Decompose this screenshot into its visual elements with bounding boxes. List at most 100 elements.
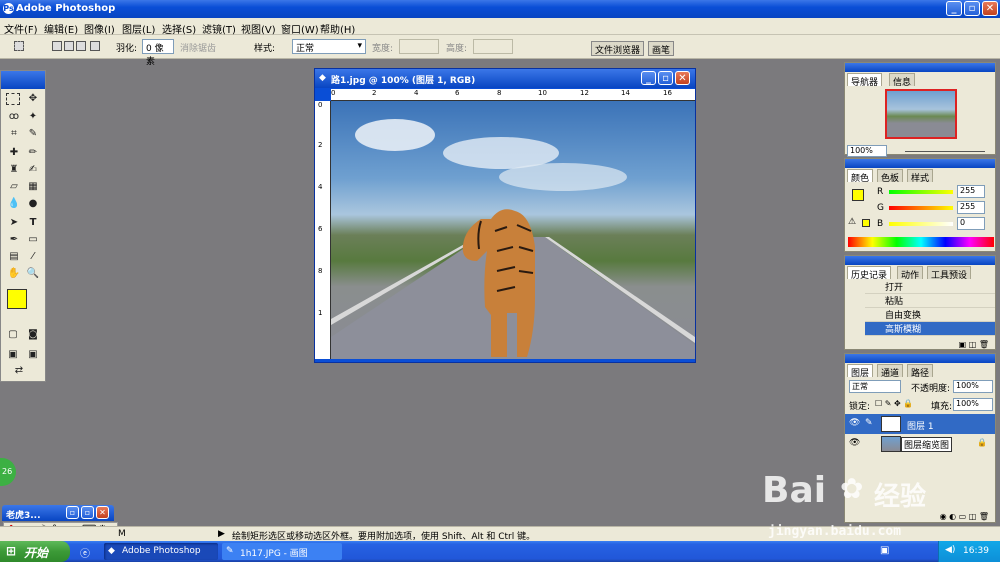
notification-badge[interactable]: 26 — [0, 458, 16, 486]
healing-brush-icon[interactable]: ✚ — [6, 145, 22, 161]
brush-tool-icon[interactable]: ✏ — [25, 145, 41, 161]
add-selection-icon[interactable] — [64, 41, 74, 51]
tab-swatches[interactable]: 色板 — [877, 169, 904, 184]
channel-b-input[interactable]: 0 — [957, 217, 985, 230]
zoom-tool-icon[interactable]: 🔍 — [25, 266, 41, 282]
channel-g-slider[interactable] — [889, 206, 953, 210]
feather-input[interactable]: 0 像素 — [142, 39, 174, 67]
marquee-preset-icon[interactable] — [14, 41, 24, 51]
minimize-button[interactable]: _ — [946, 1, 962, 16]
new-selection-icon[interactable] — [52, 41, 62, 51]
zoom-slider[interactable] — [905, 151, 985, 152]
menu-help[interactable]: 帮助(H) — [320, 21, 355, 36]
tab-paths[interactable]: 路径 — [907, 364, 934, 379]
hand-tool-icon[interactable]: ✋ — [6, 266, 22, 282]
style-select[interactable]: 正常 ▾ — [292, 39, 366, 54]
marquee-tool-icon[interactable] — [6, 93, 20, 105]
fullscreen-mode-icon[interactable]: ▣ — [25, 347, 41, 363]
taskbar-button-photoshop[interactable]: ◆ Adobe Photoshop — [104, 543, 218, 560]
history-item[interactable]: 自由变换 — [865, 308, 995, 322]
menu-edit[interactable]: 编辑(E) — [44, 21, 78, 36]
shape-tool-icon[interactable]: ▭ — [25, 232, 41, 248]
minimized-window[interactable]: 老虎3... ▫ ▫ ✕ — [2, 505, 114, 521]
channel-r-slider[interactable] — [889, 190, 953, 194]
document-titlebar[interactable]: ◆ 路1.jpg @ 100% (图层 1, RGB) _ ▫ ✕ — [315, 69, 695, 88]
eyedropper-icon[interactable]: ⁄ — [25, 249, 41, 265]
antialias-checkbox[interactable]: 消除锯齿 — [180, 41, 216, 54]
menu-layer[interactable]: 图层(L) — [122, 21, 155, 36]
history-item[interactable]: 粘贴 — [865, 294, 995, 308]
slice-tool-icon[interactable]: ✎ — [25, 126, 41, 142]
tab-tool-presets[interactable]: 工具预设 — [927, 266, 972, 281]
quickmask-mode-icon[interactable]: ◙ — [25, 327, 41, 343]
menu-view[interactable]: 视图(V) — [241, 21, 276, 36]
tab-actions[interactable]: 动作 — [897, 266, 924, 281]
start-button[interactable]: ⊞ 开始 — [0, 541, 70, 562]
gamut-swatch[interactable] — [862, 219, 870, 227]
gradient-tool-icon[interactable]: ▦ — [25, 179, 41, 195]
maximize-button[interactable]: ▫ — [964, 1, 980, 16]
zoom-input[interactable]: 100% — [847, 145, 887, 157]
eraser-tool-icon[interactable]: ▱ — [6, 179, 22, 195]
pen-tool-icon[interactable]: ✒ — [6, 232, 22, 248]
foreground-color-swatch[interactable] — [7, 289, 27, 309]
magic-wand-icon[interactable]: ✦ — [25, 109, 41, 125]
gamut-warning-icon[interactable]: ⚠ — [848, 217, 856, 227]
layer-row-selected[interactable]: 👁 ✎ 图层 1 — [845, 414, 995, 434]
tab-color[interactable]: 颜色 — [847, 169, 874, 184]
history-brush-icon[interactable]: ✍ — [25, 162, 41, 178]
eye-icon[interactable]: 👁 — [849, 438, 860, 448]
dodge-tool-icon[interactable]: ● — [25, 196, 41, 212]
eye-icon[interactable]: 👁 — [849, 418, 860, 428]
channel-r-input[interactable]: 255 — [957, 185, 985, 198]
opacity-input[interactable]: 100% — [953, 380, 993, 393]
menu-filter[interactable]: 滤镜(T) — [202, 21, 236, 36]
menu-window[interactable]: 窗口(W) — [281, 21, 319, 36]
navigator-preview[interactable] — [885, 89, 957, 139]
jump-to-imageready-icon[interactable]: ⇄ — [11, 363, 27, 379]
tab-navigator[interactable]: 导航器 — [847, 73, 883, 88]
move-tool-icon[interactable]: ✥ — [25, 91, 41, 107]
blur-tool-icon[interactable]: 💧 — [6, 196, 22, 212]
file-browser-tab[interactable]: 文件浏览器 — [591, 41, 645, 56]
width-input[interactable] — [399, 39, 439, 54]
blend-mode-select[interactable]: 正常 — [849, 380, 901, 393]
brush-link-icon[interactable]: ✎ — [865, 418, 873, 428]
history-item[interactable]: 打开 — [865, 280, 995, 294]
menu-image[interactable]: 图像(I) — [84, 21, 115, 36]
tab-history[interactable]: 历史记录 — [847, 266, 892, 281]
quicklaunch-ie-icon[interactable]: ⓔ — [80, 545, 90, 560]
tab-channels[interactable]: 通道 — [877, 364, 904, 379]
history-item-selected[interactable]: 高斯模糊 — [865, 322, 995, 336]
maximize-button[interactable]: ▫ — [81, 506, 94, 519]
doc-maximize-button[interactable]: ▫ — [658, 71, 673, 85]
restore-button[interactable]: ▫ — [66, 506, 79, 519]
color-ramp[interactable] — [848, 237, 994, 247]
fg-color-swatch[interactable] — [852, 189, 864, 201]
history-footer-icons[interactable]: ▣ ◫ 🗑 — [845, 340, 995, 350]
image-canvas[interactable] — [331, 101, 695, 359]
notes-tool-icon[interactable]: ▤ — [6, 249, 22, 265]
screen-mode-icon[interactable]: ▣ — [5, 347, 21, 363]
brushes-tab[interactable]: 画笔 — [648, 41, 675, 56]
lock-icons[interactable]: ☐ ✎ ✥ 🔒 — [875, 399, 913, 408]
path-select-icon[interactable]: ➤ — [6, 215, 22, 231]
channel-g-input[interactable]: 255 — [957, 201, 985, 214]
close-button[interactable]: ✕ — [96, 506, 109, 519]
intersect-selection-icon[interactable] — [90, 41, 100, 51]
fill-input[interactable]: 100% — [953, 398, 993, 411]
doc-close-button[interactable]: ✕ — [675, 71, 690, 85]
tab-styles[interactable]: 样式 — [907, 169, 934, 184]
type-tool-icon[interactable]: T — [25, 215, 41, 231]
menu-file[interactable]: 文件(F) — [4, 21, 38, 36]
layer-row[interactable]: 👁 图层缩览图 🔒 — [845, 434, 995, 454]
channel-b-slider[interactable] — [889, 222, 953, 226]
subtract-selection-icon[interactable] — [76, 41, 86, 51]
clone-stamp-icon[interactable]: ♜ — [6, 162, 22, 178]
height-input[interactable] — [473, 39, 513, 54]
taskbar-button-paint[interactable]: ✎ 1h17.JPG - 画图 — [222, 543, 342, 560]
lasso-tool-icon[interactable]: ꝏ — [6, 109, 22, 125]
crop-tool-icon[interactable]: ⌗ — [6, 126, 22, 142]
menu-select[interactable]: 选择(S) — [162, 21, 196, 36]
tab-layers[interactable]: 图层 — [847, 364, 874, 379]
